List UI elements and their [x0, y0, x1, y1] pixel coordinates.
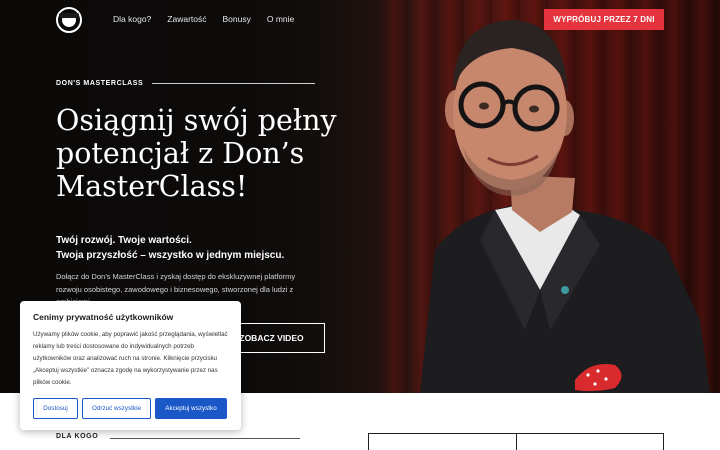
nav-link-zawartosc[interactable]: Zawartość: [167, 14, 206, 24]
try-7-days-button[interactable]: WYPRÓBUJ PRZEZ 7 DNI: [544, 9, 664, 30]
cookie-title: Cenimy prywatność użytkowników: [33, 312, 174, 322]
don-logo-icon[interactable]: [56, 7, 82, 33]
nav-link-o-mnie[interactable]: O mnie: [267, 14, 294, 24]
hero-eyebrow: DON'S MASTERCLASS: [56, 80, 316, 87]
cookie-buttons: Dostosuj Odrzuć wszystkie Akceptuj wszys…: [33, 398, 227, 419]
hero-portrait-image: [420, 20, 710, 393]
nav-link-dla-kogo[interactable]: Dla kogo?: [113, 14, 151, 24]
cookie-text: Używamy plików cookie, aby poprawić jako…: [33, 331, 228, 386]
nav-link-bonusy[interactable]: Bonusy: [223, 14, 251, 24]
hero-headline: Osiągnij swój pełny potencjał z Don’s Ma…: [56, 104, 356, 203]
section-divider: [110, 438, 300, 439]
top-navigation: Dla kogo? Zawartość Bonusy O mnie: [113, 14, 294, 24]
eyebrow-divider: [152, 83, 316, 84]
cookie-reject-button[interactable]: Odrzuć wszystkie: [82, 398, 151, 419]
eyebrow-label: DON'S MASTERCLASS: [56, 80, 144, 87]
hero-subheading-line-2: Twoja przyszłość – wszystko w jednym mie…: [56, 250, 285, 261]
headline-line-1: Osiągnij swój pełny: [56, 104, 337, 137]
audience-card: [368, 433, 517, 450]
section-label-dla-kogo: DLA KOGO: [56, 433, 99, 440]
hero-subheading-line-1: Twój rozwój. Twoje wartości.: [56, 235, 192, 246]
cookie-accept-button[interactable]: Akceptuj wszystko: [155, 398, 227, 419]
cookie-customize-button[interactable]: Dostosuj: [33, 398, 78, 419]
headline-line-2: potencjał z Don’s: [56, 137, 305, 170]
cookie-consent-dialog: Cenimy prywatność użytkowników Używamy p…: [20, 301, 241, 430]
headline-line-3: MasterClass!: [56, 170, 248, 203]
audience-card: [516, 433, 664, 450]
